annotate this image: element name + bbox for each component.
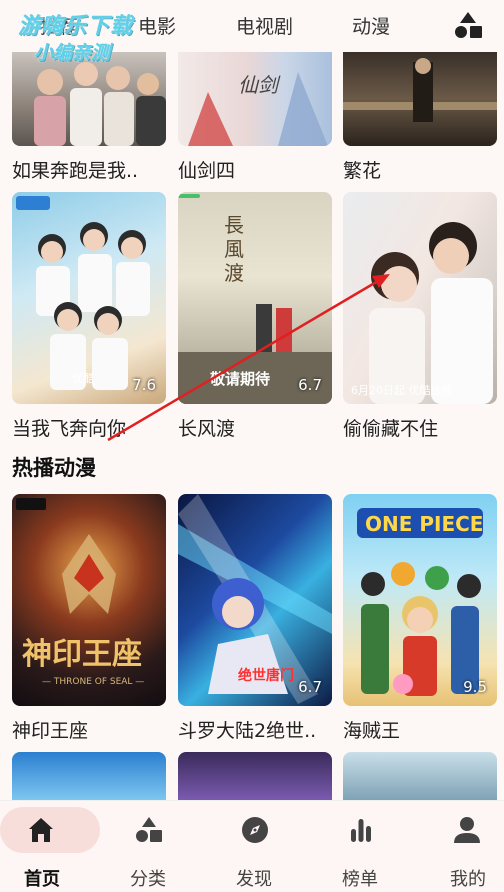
video-title: 偷偷藏不住: [343, 418, 439, 440]
svg-text:仙剑: 仙剑: [238, 73, 281, 97]
video-card[interactable]: 長 風 渡 敬请期待 6.7 长风渡: [178, 192, 332, 441]
section-title: 热播动漫: [12, 456, 96, 480]
nav-category[interactable]: 分类: [98, 801, 198, 892]
video-title: 如果奔跑是我..: [12, 160, 139, 182]
poster-image: 仙剑: [178, 52, 332, 146]
home-icon: [29, 818, 53, 842]
poster-subtitle: — THRONE OF SEAL —: [42, 677, 144, 687]
anime-card[interactable]: 神印王座 — THRONE OF SEAL — 神印王座: [12, 494, 166, 743]
nav-profile[interactable]: 我的: [416, 801, 504, 892]
poster-image[interactable]: [12, 752, 166, 800]
tab-movie[interactable]: 电影: [138, 12, 176, 39]
nav-label: 发现: [236, 869, 272, 890]
video-card[interactable]: 仙剑 仙剑四: [178, 52, 332, 183]
anime-title: 神印王座: [12, 720, 89, 742]
poster-image: ONE PIECE 9.5: [343, 494, 497, 706]
poster-logo: ONE PIECE: [365, 512, 483, 536]
poster-image: 長 風 渡 敬请期待 6.7: [178, 192, 332, 404]
tab-tv-series[interactable]: 电视剧: [236, 12, 293, 39]
rating-badge: 6.7: [298, 678, 322, 696]
anime-card[interactable]: ONE PIECE 9.5 海贼王: [343, 494, 497, 743]
rating-badge: 6.7: [298, 376, 322, 394]
nav-label: 分类: [130, 869, 166, 890]
video-title: 繁花: [343, 160, 382, 182]
chart-icon: [351, 819, 371, 842]
video-card[interactable]: 优酷 7.6 当我飞奔向你: [12, 192, 166, 441]
watermark-line2: 小编亲测: [34, 42, 111, 64]
anime-title: 海贼王: [343, 720, 401, 742]
poster-slogan: 敬请期待: [209, 370, 270, 388]
poster-image: [12, 52, 166, 146]
watermark-line1: 游嗨乐下载: [18, 14, 134, 39]
category-icon: [136, 817, 162, 842]
poster-image: [343, 52, 497, 146]
svg-text:風: 風: [224, 237, 244, 261]
video-title: 长风渡: [178, 418, 236, 440]
poster-image: 神印王座 — THRONE OF SEAL —: [12, 494, 166, 706]
poster-image: 6月20日起 优酷独播: [343, 192, 497, 404]
video-title: 仙剑四: [178, 160, 236, 182]
poster-logo: 神印王座: [22, 637, 142, 672]
svg-text:長: 長: [224, 213, 244, 237]
video-card[interactable]: 繁花: [343, 52, 497, 183]
compass-icon: [242, 817, 268, 843]
poster-logo: 优酷: [72, 372, 94, 385]
nav-label: 首页: [24, 869, 60, 890]
watermark: 游嗨乐下载 小编亲测: [18, 8, 133, 65]
svg-text:渡: 渡: [224, 261, 244, 285]
anime-card[interactable]: 绝世唐门 6.7 斗罗大陆2绝世..: [178, 494, 332, 743]
video-title: 当我飞奔向你: [12, 418, 127, 440]
nav-ranking[interactable]: 榜单: [310, 801, 410, 892]
bottom-nav: 首页 分类 发现 榜单 我的: [0, 800, 504, 892]
nav-label: 我的: [450, 869, 486, 890]
poster-image[interactable]: [178, 752, 332, 800]
nav-home[interactable]: 首页: [0, 801, 100, 892]
rating-badge: 9.5: [463, 678, 487, 696]
poster-logo: 绝世唐门: [238, 667, 294, 684]
video-card[interactable]: 6月20日起 优酷独播 偷偷藏不住: [343, 192, 497, 441]
user-icon: [454, 817, 480, 843]
nav-discover[interactable]: 发现: [204, 801, 304, 892]
tab-anime[interactable]: 动漫: [352, 12, 390, 39]
category-icon[interactable]: [452, 10, 484, 40]
video-card[interactable]: 如果奔跑是我..: [12, 52, 166, 183]
rating-badge: 7.6: [132, 376, 156, 394]
anime-title: 斗罗大陆2绝世..: [178, 720, 317, 742]
poster-release: 6月20日起 优酷独播: [351, 383, 453, 397]
poster-image[interactable]: [343, 752, 497, 800]
poster-image: 绝世唐门 6.7: [178, 494, 332, 706]
nav-label: 榜单: [342, 869, 378, 890]
poster-image: 优酷 7.6: [12, 192, 166, 404]
